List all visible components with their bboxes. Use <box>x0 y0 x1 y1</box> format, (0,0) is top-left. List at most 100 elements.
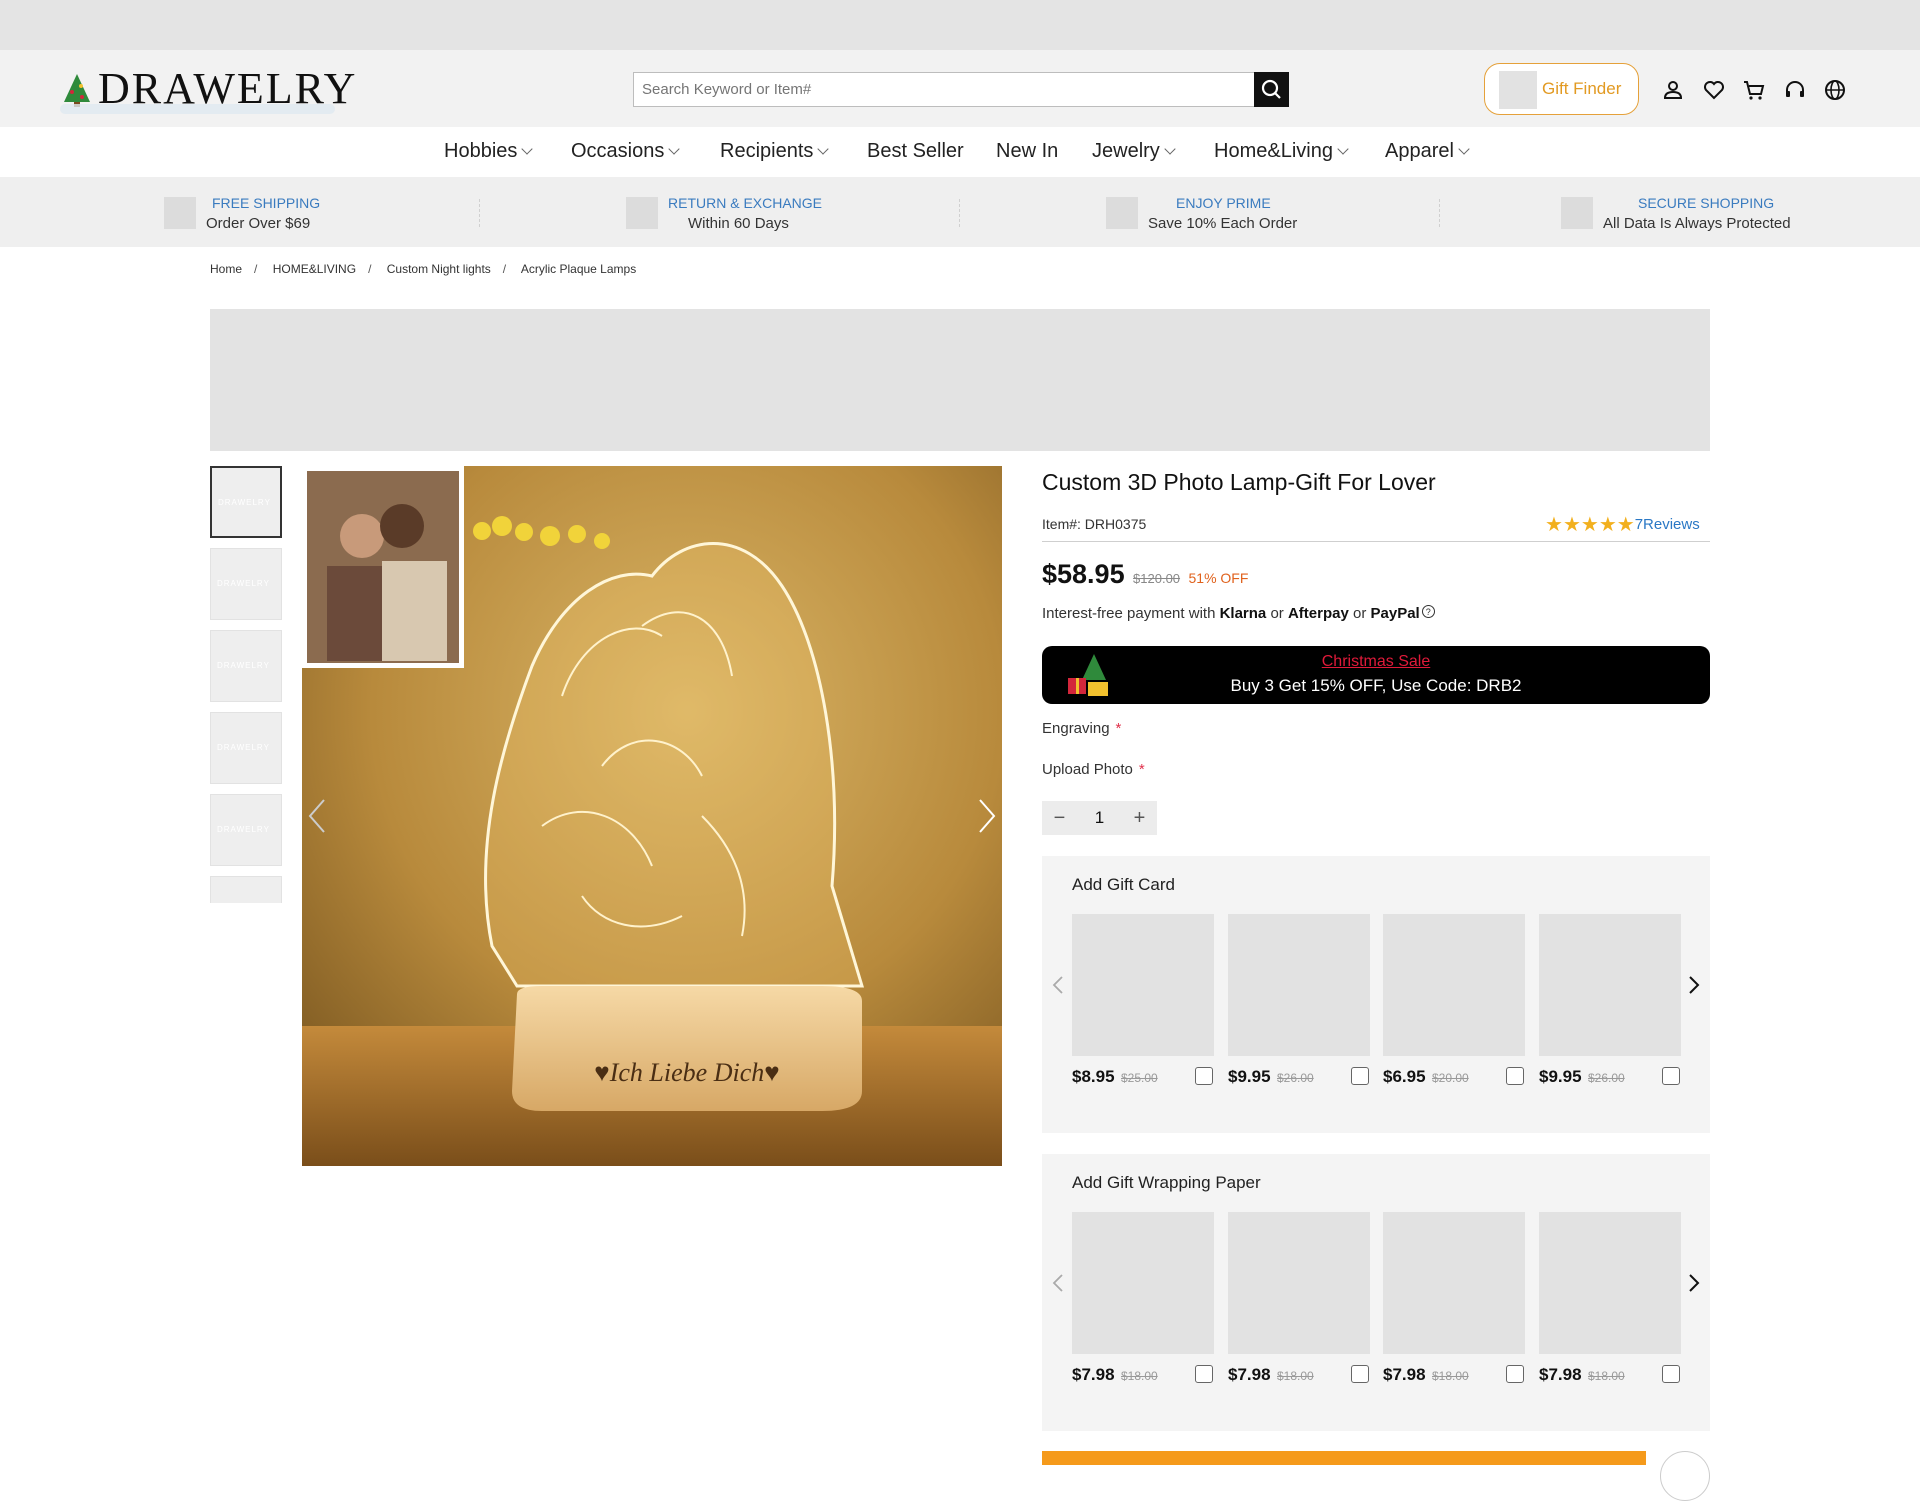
gift-wrap-option[interactable]: $7.98 $18.00 <box>1228 1212 1370 1384</box>
star-icon: ★ <box>1545 512 1563 536</box>
main-product-image[interactable]: ♥Ich Liebe Dich♥ <box>302 466 1002 1166</box>
gift-card-image <box>1228 914 1370 1056</box>
breadcrumb-home-living[interactable]: HOME&LIVING <box>273 262 356 276</box>
product-title: Custom 3D Photo Lamp-Gift For Lover <box>1042 469 1436 495</box>
star-icon: ★ <box>1598 512 1617 536</box>
nav-item-occasions[interactable]: Occasions <box>571 140 681 163</box>
required-mark: * <box>1138 761 1145 778</box>
thumbnail-6[interactable] <box>210 876 282 903</box>
breadcrumb-custom-night-lights[interactable]: Custom Night lights <box>387 262 491 276</box>
nav-item-recipients[interactable]: Recipients <box>720 140 830 163</box>
option-price: $7.98 $18.00 <box>1228 1365 1314 1384</box>
chevron-down-icon <box>668 143 681 155</box>
gift-wrap-option[interactable]: $7.98 $18.00 <box>1539 1212 1681 1384</box>
chevron-left-icon[interactable] <box>1050 974 1066 996</box>
upload-photo-label: Upload Photo * <box>1042 761 1145 778</box>
thumbnail-watermark: DRAWELRY <box>218 498 271 507</box>
nav-item-jewelry[interactable]: Jewelry <box>1092 140 1176 163</box>
gift-card-option[interactable]: $9.95 $26.00 <box>1228 914 1370 1086</box>
gift-wrap-image <box>1383 1212 1525 1354</box>
nav-item-hobbies[interactable]: Hobbies <box>444 140 534 163</box>
option-checkbox[interactable] <box>1662 1365 1680 1383</box>
gift-wrap-option[interactable]: $7.98 $18.00 <box>1072 1212 1214 1384</box>
thumbnail-5[interactable]: DRAWELRY <box>210 794 282 866</box>
promo-banner-image[interactable] <box>210 309 1710 451</box>
option-checkbox[interactable] <box>1506 1067 1524 1085</box>
gift-card-option[interactable]: $9.95 $26.00 <box>1539 914 1681 1086</box>
chevron-right-icon[interactable] <box>1686 974 1702 996</box>
price-block: $58.95 $120.00 51% OFF <box>1042 559 1248 590</box>
chevron-right-icon[interactable] <box>1686 1272 1702 1294</box>
benefit-title: ENJOY PRIME <box>1176 195 1271 211</box>
increase-quantity-button[interactable]: + <box>1122 801 1157 835</box>
gift-card-image <box>1072 914 1214 1056</box>
nav-item-home-living[interactable]: Home&Living <box>1214 140 1349 163</box>
breadcrumb: Home / HOME&LIVING / Custom Night lights / … <box>210 262 648 276</box>
thumbnail-3[interactable]: DRAWELRY <box>210 630 282 702</box>
section-title: Add Gift Card <box>1072 875 1175 894</box>
option-checkbox[interactable] <box>1506 1365 1524 1383</box>
benefit-subtitle: Within 60 Days <box>688 215 789 232</box>
gift-wrap-image <box>1072 1212 1214 1354</box>
reviews-link[interactable]: 7Reviews <box>1635 516 1700 533</box>
breadcrumb-acrylic-plaque-lamps[interactable]: Acrylic Plaque Lamps <box>521 262 636 276</box>
shipping-icon <box>164 197 196 229</box>
gift-card-option[interactable]: $8.95 $25.00 <box>1072 914 1214 1086</box>
option-price: $7.98 $18.00 <box>1383 1365 1469 1384</box>
section-title: Add Gift Wrapping Paper <box>1072 1173 1261 1192</box>
item-number: Item#: DRH0375 <box>1042 516 1147 532</box>
benefit-subtitle: Save 10% Each Order <box>1148 215 1298 232</box>
interest-free-payment: Interest-free payment with Klarna or Aft… <box>1042 605 1435 622</box>
gift-finder-button[interactable]: Gift Finder <box>1484 63 1639 115</box>
thumbnail-4[interactable]: DRAWELRY <box>210 712 282 784</box>
rating[interactable]: ★★★★★7Reviews <box>1545 514 1700 534</box>
nav-item-new-in[interactable]: New In <box>996 140 1058 163</box>
option-price: $9.95 $26.00 <box>1539 1067 1625 1086</box>
benefit-secure-shopping: SECURE SHOPPING All Data Is Always Prote… <box>1561 192 1811 234</box>
previous-image-arrow[interactable] <box>304 796 332 836</box>
search-button[interactable] <box>1254 72 1289 107</box>
breadcrumb-home[interactable]: Home <box>210 262 242 276</box>
quantity-value[interactable]: 1 <box>1077 801 1122 835</box>
nav-item-apparel[interactable]: Apparel <box>1385 140 1470 163</box>
divider <box>1042 541 1710 542</box>
promo-title[interactable]: Christmas Sale <box>1042 653 1710 671</box>
decrease-quantity-button[interactable]: − <box>1042 801 1077 835</box>
help-icon[interactable]: ? <box>1421 605 1435 618</box>
wishlist-circle-button[interactable] <box>1660 1451 1710 1501</box>
promo-text: Buy 3 Get 15% OFF, Use Code: DRB2 <box>1230 676 1522 695</box>
chevron-left-icon[interactable] <box>1050 1272 1066 1294</box>
main-navigation: Hobbies Occasions Recipients Best Seller… <box>0 127 1920 177</box>
christmas-sale-banner[interactable]: Christmas Sale Buy 3 Get 15% OFF, Use Co… <box>1042 646 1710 704</box>
gift-wrap-option[interactable]: $7.98 $18.00 <box>1383 1212 1525 1384</box>
benefit-title: FREE SHIPPING <box>212 195 321 211</box>
globe-icon[interactable] <box>1823 78 1847 102</box>
option-checkbox[interactable] <box>1351 1365 1369 1383</box>
gift-finder-label: Gift Finder <box>1542 79 1622 98</box>
benefit-title: RETURN & EXCHANGE <box>668 195 823 211</box>
chevron-down-icon <box>1458 143 1470 155</box>
thumbnail-1[interactable]: DRAWELRY <box>210 466 282 538</box>
option-checkbox[interactable] <box>1662 1067 1680 1085</box>
thumbnail-2[interactable]: DRAWELRY <box>210 548 282 620</box>
benefit-subtitle: All Data Is Always Protected <box>1603 215 1791 232</box>
site-logo[interactable]: DRAWELRY <box>60 66 355 114</box>
divider <box>479 199 480 227</box>
option-checkbox[interactable] <box>1195 1067 1213 1085</box>
next-image-arrow[interactable] <box>972 796 1000 836</box>
breadcrumb-separator: / <box>368 262 372 276</box>
option-checkbox[interactable] <box>1195 1365 1213 1383</box>
afterpay-label: Afterpay <box>1287 605 1349 622</box>
headset-icon[interactable] <box>1783 78 1807 102</box>
user-icon[interactable] <box>1661 78 1685 102</box>
required-mark: * <box>1115 720 1122 737</box>
option-checkbox[interactable] <box>1351 1067 1369 1085</box>
cart-icon[interactable] <box>1742 78 1766 102</box>
thumbnail-watermark: DRAWELRY <box>217 579 270 588</box>
add-to-cart-button[interactable] <box>1042 1451 1646 1465</box>
nav-item-best-seller[interactable]: Best Seller <box>867 140 964 163</box>
top-announcement-bar <box>0 0 1920 50</box>
gift-card-option[interactable]: $6.95 $20.00 <box>1383 914 1525 1086</box>
search-input[interactable] <box>634 73 1254 106</box>
heart-icon[interactable] <box>1702 78 1726 102</box>
